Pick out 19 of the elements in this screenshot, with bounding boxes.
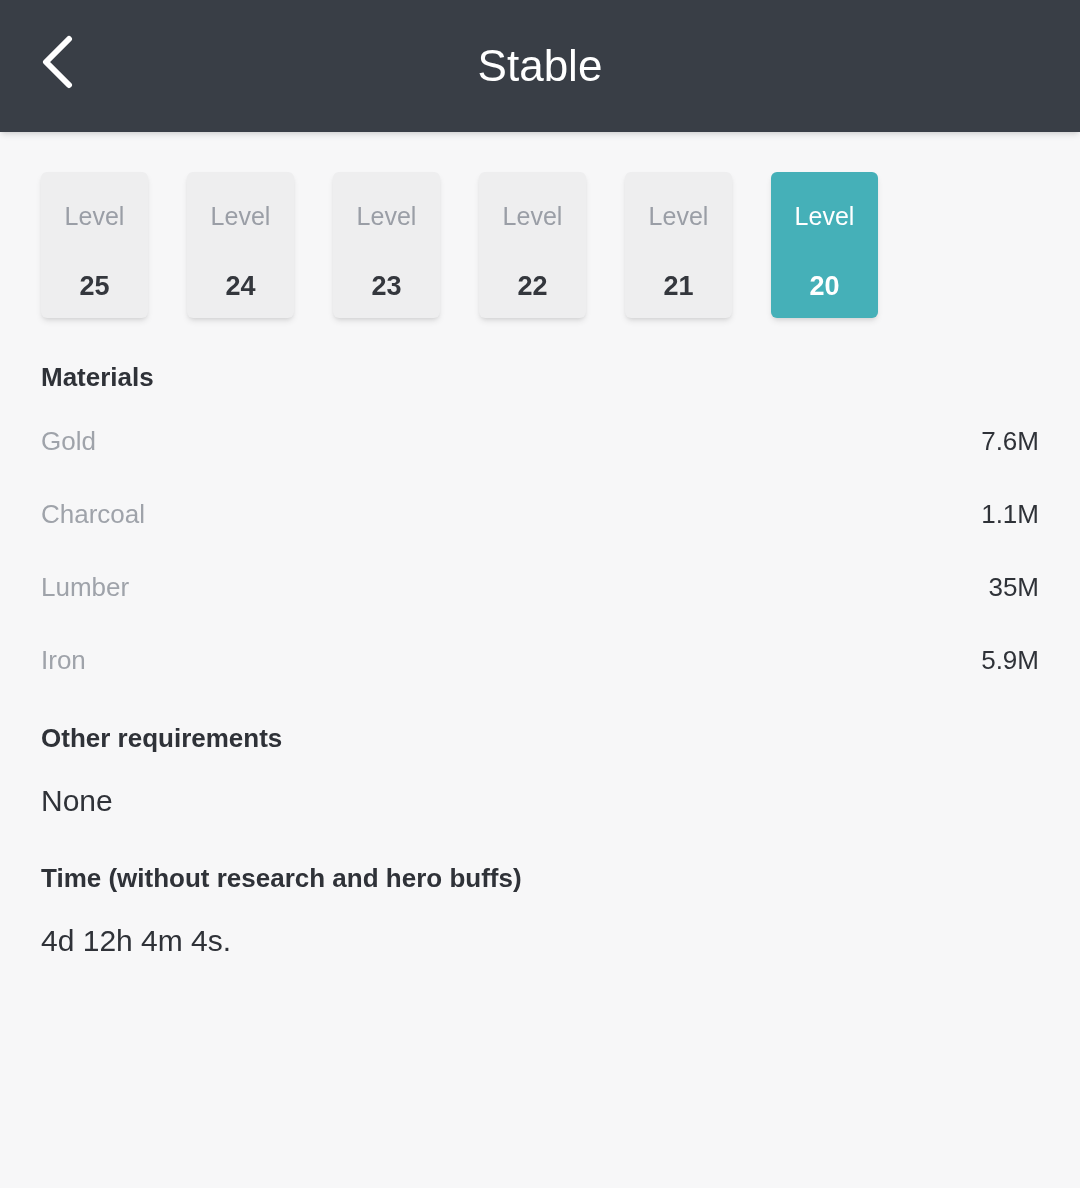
material-name: Iron [41, 644, 86, 677]
material-name: Gold [41, 425, 96, 458]
section-heading: Materials [41, 361, 155, 394]
material-amount: 5.9M [981, 644, 1039, 677]
level-tab[interactable]: Level 23 [333, 172, 440, 318]
material-name: Charcoal [41, 498, 146, 531]
material-amount: 35M [988, 571, 1039, 604]
level-tab[interactable]: Level 22 [479, 172, 586, 318]
requirement-value: None [41, 783, 114, 819]
time-value: 4d 12h 4m 4s. [41, 923, 233, 959]
section-heading: Other requirements [41, 722, 284, 755]
level-tab[interactable]: Level 24 [187, 172, 294, 318]
section-heading: Time (without research and hero buffs) [41, 862, 523, 895]
level-tab[interactable]: Level 25 [41, 172, 148, 318]
material-amount: 1.1M [981, 498, 1039, 531]
level-tab[interactable]: Level 21 [625, 172, 732, 318]
screen-title: Stable [477, 40, 603, 92]
material-name: Lumber [41, 571, 130, 604]
material-amount: 7.6M [981, 425, 1039, 458]
